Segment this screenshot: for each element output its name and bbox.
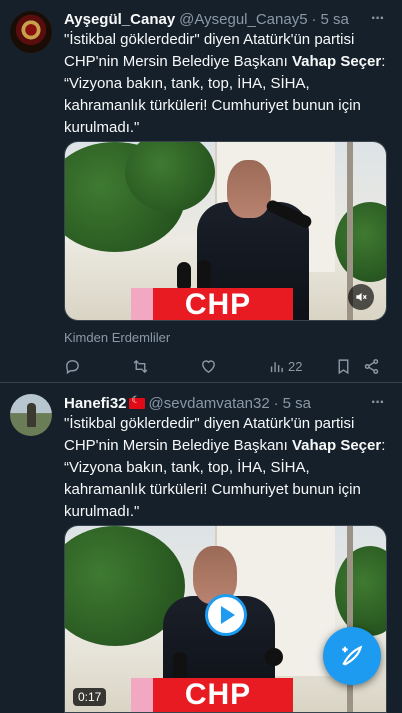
play-button[interactable] — [205, 594, 247, 636]
party-banner: CHP — [131, 678, 293, 712]
views-count: 22 — [288, 358, 303, 374]
share-button[interactable] — [363, 358, 380, 375]
bookmark-icon — [338, 358, 349, 374]
author-handle[interactable]: @sevdamvatan32 — [149, 395, 270, 412]
share-icon — [364, 358, 379, 374]
video-duration: 0:17 — [73, 688, 107, 706]
reply-button[interactable] — [64, 358, 81, 375]
tweet[interactable]: Ayşegül_Canay @Aysegul_Canay5 · 5 sa ···… — [0, 0, 402, 383]
tweet-header: Ayşegül_Canay @Aysegul_Canay5 · 5 sa — [64, 9, 349, 29]
author-handle[interactable]: @Aysegul_Canay5 — [179, 11, 307, 28]
bookmark-button[interactable] — [335, 358, 352, 375]
video-player[interactable]: CHP 0:17 — [64, 525, 387, 713]
author-name[interactable]: Hanefi32 — [64, 395, 127, 412]
action-bar: 22 — [58, 356, 388, 376]
compose-feather-icon — [342, 645, 363, 666]
author-name[interactable]: Ayşegül_Canay — [64, 11, 175, 28]
repost-icon — [133, 359, 148, 373]
mute-icon[interactable] — [348, 284, 374, 310]
views-button[interactable]: 22 — [268, 358, 302, 375]
more-options-icon[interactable]: ··· — [371, 10, 385, 28]
compose-post-button[interactable] — [323, 627, 381, 685]
tweet-text: "İstikbal göklerdedir" diyen Atatürk'ün … — [64, 415, 386, 520]
source-note[interactable]: Kimden Erdemliler — [64, 330, 170, 345]
timestamp[interactable]: 5 sa — [321, 11, 349, 28]
separator: · — [273, 394, 279, 412]
tweet-text: "İstikbal göklerdedir" diyen Atatürk'ün … — [64, 31, 386, 136]
play-icon — [221, 606, 235, 624]
video-player[interactable]: CHP — [64, 141, 387, 321]
party-banner: CHP — [131, 288, 293, 320]
repost-button[interactable] — [132, 358, 149, 375]
more-options-icon[interactable]: ··· — [371, 394, 385, 412]
turkey-flag-icon — [128, 395, 145, 409]
avatar[interactable] — [10, 11, 52, 53]
avatar[interactable] — [10, 394, 52, 436]
tweet-header: Hanefi32 @sevdamvatan32 · 5 sa — [64, 393, 311, 413]
like-button[interactable] — [200, 358, 217, 375]
timestamp[interactable]: 5 sa — [283, 395, 311, 412]
separator: · — [311, 10, 317, 28]
heart-icon — [202, 359, 215, 373]
views-icon — [270, 361, 283, 372]
reply-icon — [66, 359, 79, 374]
